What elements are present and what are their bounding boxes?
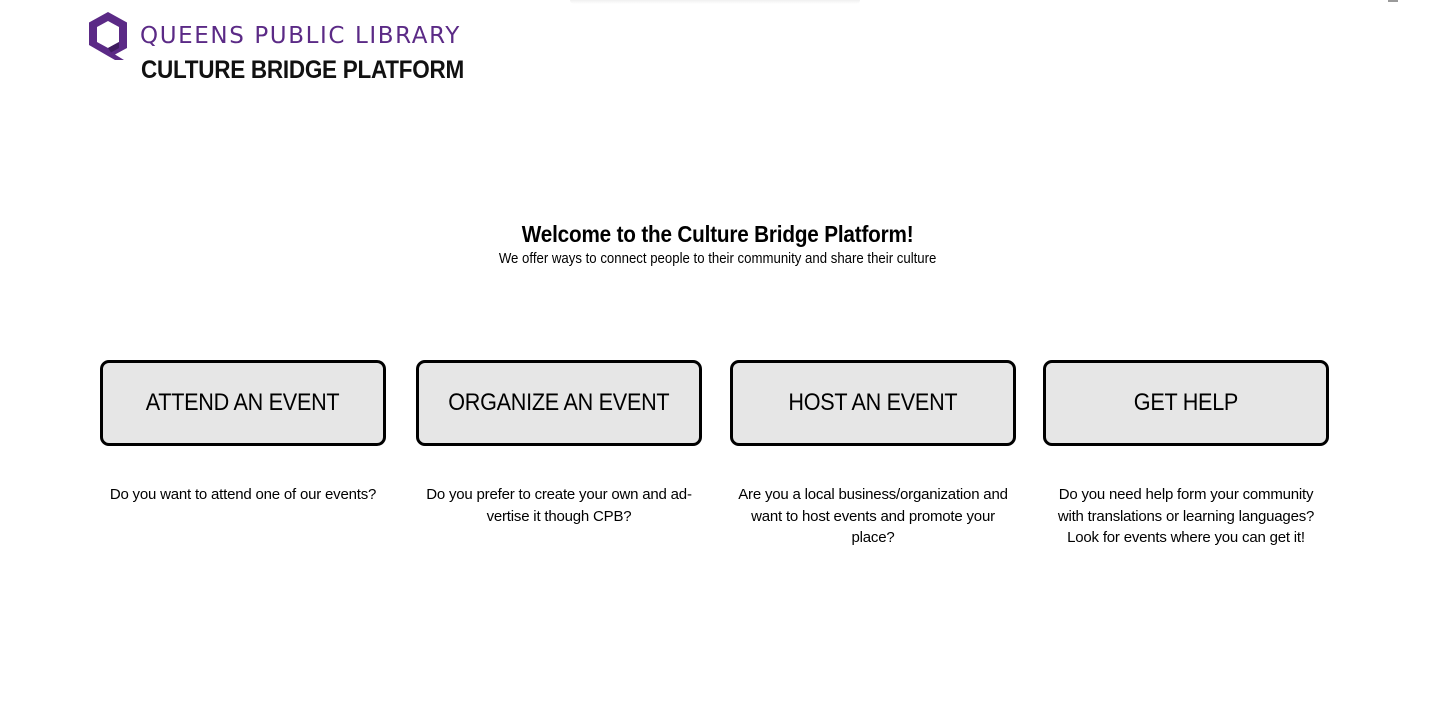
attend-event-label: ATTEND AN EVENT bbox=[146, 389, 340, 416]
brand-header: QUEENS PUBLIC LIBRARY CULTURE BRIDGE PLA… bbox=[88, 12, 488, 92]
option-organize: ORGANIZE AN EVENT Do you prefer to creat… bbox=[416, 360, 702, 527]
welcome-title: Welcome to the Culture Bridge Platform! bbox=[522, 221, 914, 247]
welcome-subtitle-text: We offer ways to connect people to their… bbox=[499, 250, 937, 267]
welcome-section: Welcome to the Culture Bridge Platform! … bbox=[0, 221, 1436, 267]
get-help-label: GET HELP bbox=[1133, 389, 1239, 416]
host-event-label: HOST AN EVENT bbox=[788, 389, 958, 416]
corner-mark bbox=[1388, 0, 1398, 2]
library-name: QUEENS PUBLIC LIBRARY bbox=[140, 23, 461, 49]
host-event-button[interactable]: HOST AN EVENT bbox=[730, 360, 1016, 446]
option-attend: ATTEND AN EVENT Do you want to attend on… bbox=[100, 360, 386, 506]
host-event-description: Are you a local business/organization an… bbox=[738, 486, 1008, 546]
welcome-subtitle: We offer ways to connect people to their… bbox=[0, 250, 1436, 267]
organize-event-button[interactable]: ORGANIZE AN EVENT bbox=[416, 360, 702, 446]
platform-name: CULTURE BRIDGE PLATFORM bbox=[141, 56, 464, 84]
option-help: GET HELP Do you need help form your comm… bbox=[1043, 360, 1329, 549]
attend-event-description: Do you want to attend one of our events? bbox=[109, 486, 377, 503]
organize-event-description: Do you prefer to create your own and ad-… bbox=[426, 486, 692, 525]
get-help-button[interactable]: GET HELP bbox=[1043, 360, 1329, 446]
top-toolbar-shadow bbox=[570, 0, 860, 4]
get-help-description: Do you need help form your community wit… bbox=[1057, 486, 1315, 546]
queens-library-logo-icon bbox=[88, 12, 130, 62]
option-host: HOST AN EVENT Are you a local business/o… bbox=[730, 360, 1016, 549]
organize-event-label: ORGANIZE AN EVENT bbox=[448, 389, 670, 416]
attend-event-button[interactable]: ATTEND AN EVENT bbox=[100, 360, 386, 446]
